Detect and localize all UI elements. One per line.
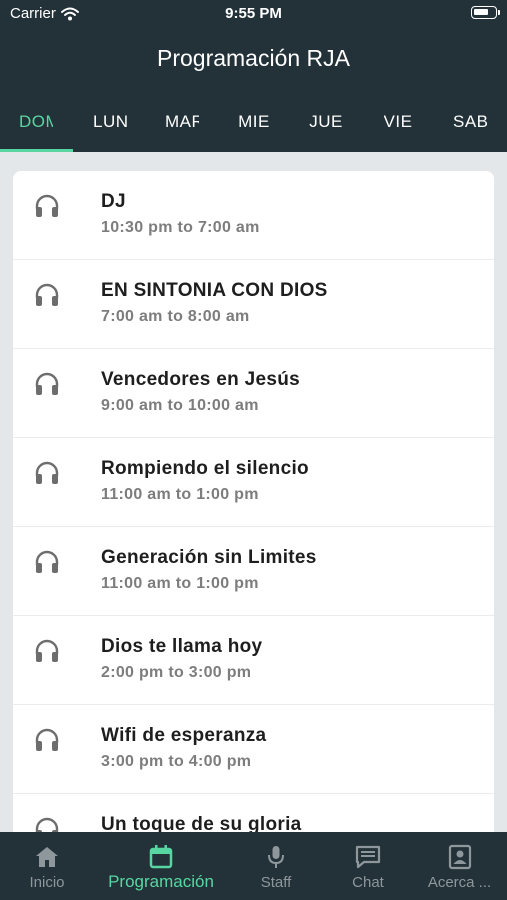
- list-item[interactable]: Wifi de esperanza 3:00 pm to 4:00 pm: [13, 705, 494, 794]
- program-hours: 2:00 pm to 3:00 pm: [101, 664, 252, 681]
- tabbar-item-inicio[interactable]: Inicio: [0, 832, 94, 900]
- program-hours: 7:00 am to 8:00 am: [101, 308, 250, 325]
- home-icon: [36, 847, 58, 867]
- tab-indicator: [0, 149, 73, 152]
- list-item[interactable]: Rompiendo el silencio 11:00 am to 1:00 pm: [13, 438, 494, 527]
- list-item[interactable]: DJ 10:30 pm to 7:00 am: [13, 171, 494, 260]
- status-bar: Carrier 9:55 PM: [0, 0, 507, 28]
- tab-jue[interactable]: JUE: [290, 104, 362, 152]
- tabbar-item-programacion[interactable]: Programación: [94, 832, 228, 900]
- battery-level: [474, 9, 488, 15]
- program-hours: 10:30 pm to 7:00 am: [101, 219, 260, 236]
- program-hours: 9:00 am to 10:00 am: [101, 397, 259, 414]
- program-name: EN SINTONIA CON DIOS: [101, 280, 328, 301]
- program-name: Dios te llama hoy: [101, 636, 263, 657]
- list-item[interactable]: Generación sin Limites 11:00 am to 1:00 p…: [13, 527, 494, 616]
- program-hours: 11:00 am to 1:00 pm: [101, 575, 259, 592]
- header: Carrier 9:55 PM Programación RJA DOM LUN…: [0, 0, 507, 152]
- day-tabs: DOM LUN MAR MIE JUE VIE SAB: [0, 104, 507, 152]
- tab-vie[interactable]: VIE: [362, 104, 434, 152]
- program-name: Rompiendo el silencio: [101, 458, 309, 479]
- tab-mar[interactable]: MAR: [146, 104, 218, 152]
- headphones-icon: [35, 194, 59, 217]
- program-name: Wifi de esperanza: [101, 725, 267, 746]
- microphone-icon: [268, 846, 284, 868]
- tab-bar: Inicio Programación Staff Chat Acerca ..…: [0, 832, 507, 900]
- tabbar-label: Staff: [260, 874, 292, 891]
- tab-lun[interactable]: LUN: [74, 104, 146, 152]
- tabbar-label: Inicio: [29, 874, 65, 891]
- headphones-icon: [35, 728, 59, 751]
- program-name: Vencedores en Jesús: [101, 369, 300, 390]
- tabbar-label: Acerca ...: [427, 874, 492, 891]
- program-name: DJ: [101, 191, 126, 212]
- chat-icon: [355, 845, 381, 869]
- tabbar-item-chat[interactable]: Chat: [324, 832, 412, 900]
- tabbar-item-staff[interactable]: Staff: [228, 832, 324, 900]
- tab-sab[interactable]: SAB: [434, 104, 506, 152]
- tab-dom[interactable]: DOM: [0, 104, 72, 152]
- status-time: 9:55 PM: [225, 5, 282, 22]
- program-hours: 3:00 pm to 4:00 pm: [101, 753, 252, 770]
- list-item[interactable]: Dios te llama hoy 2:00 pm to 3:00 pm: [13, 616, 494, 705]
- schedule-list: DJ 10:30 pm to 7:00 am EN SINTONIA CON DIO…: [13, 171, 494, 851]
- tabbar-label: Programación: [108, 872, 214, 891]
- headphones-icon: [35, 372, 59, 395]
- tab-mie[interactable]: MIE: [218, 104, 290, 152]
- headphones-icon: [35, 550, 59, 573]
- tabbar-label: Chat: [352, 874, 384, 891]
- headphones-icon: [35, 461, 59, 484]
- calendar-icon: [149, 845, 173, 869]
- tabbar-item-acerca[interactable]: Acerca ...: [412, 832, 507, 900]
- contact-card-icon: [448, 844, 471, 870]
- program-name: Generación sin Limites: [101, 547, 317, 568]
- headphones-icon: [35, 639, 59, 662]
- program-hours: 11:00 am to 1:00 pm: [101, 486, 259, 503]
- list-item[interactable]: EN SINTONIA CON DIOS 7:00 am to 8:00 am: [13, 260, 494, 349]
- battery-icon: [471, 6, 500, 19]
- list-item[interactable]: Vencedores en Jesús 9:00 am to 10:00 am: [13, 349, 494, 438]
- page-title: Programación RJA: [156, 45, 351, 71]
- headphones-icon: [35, 283, 59, 306]
